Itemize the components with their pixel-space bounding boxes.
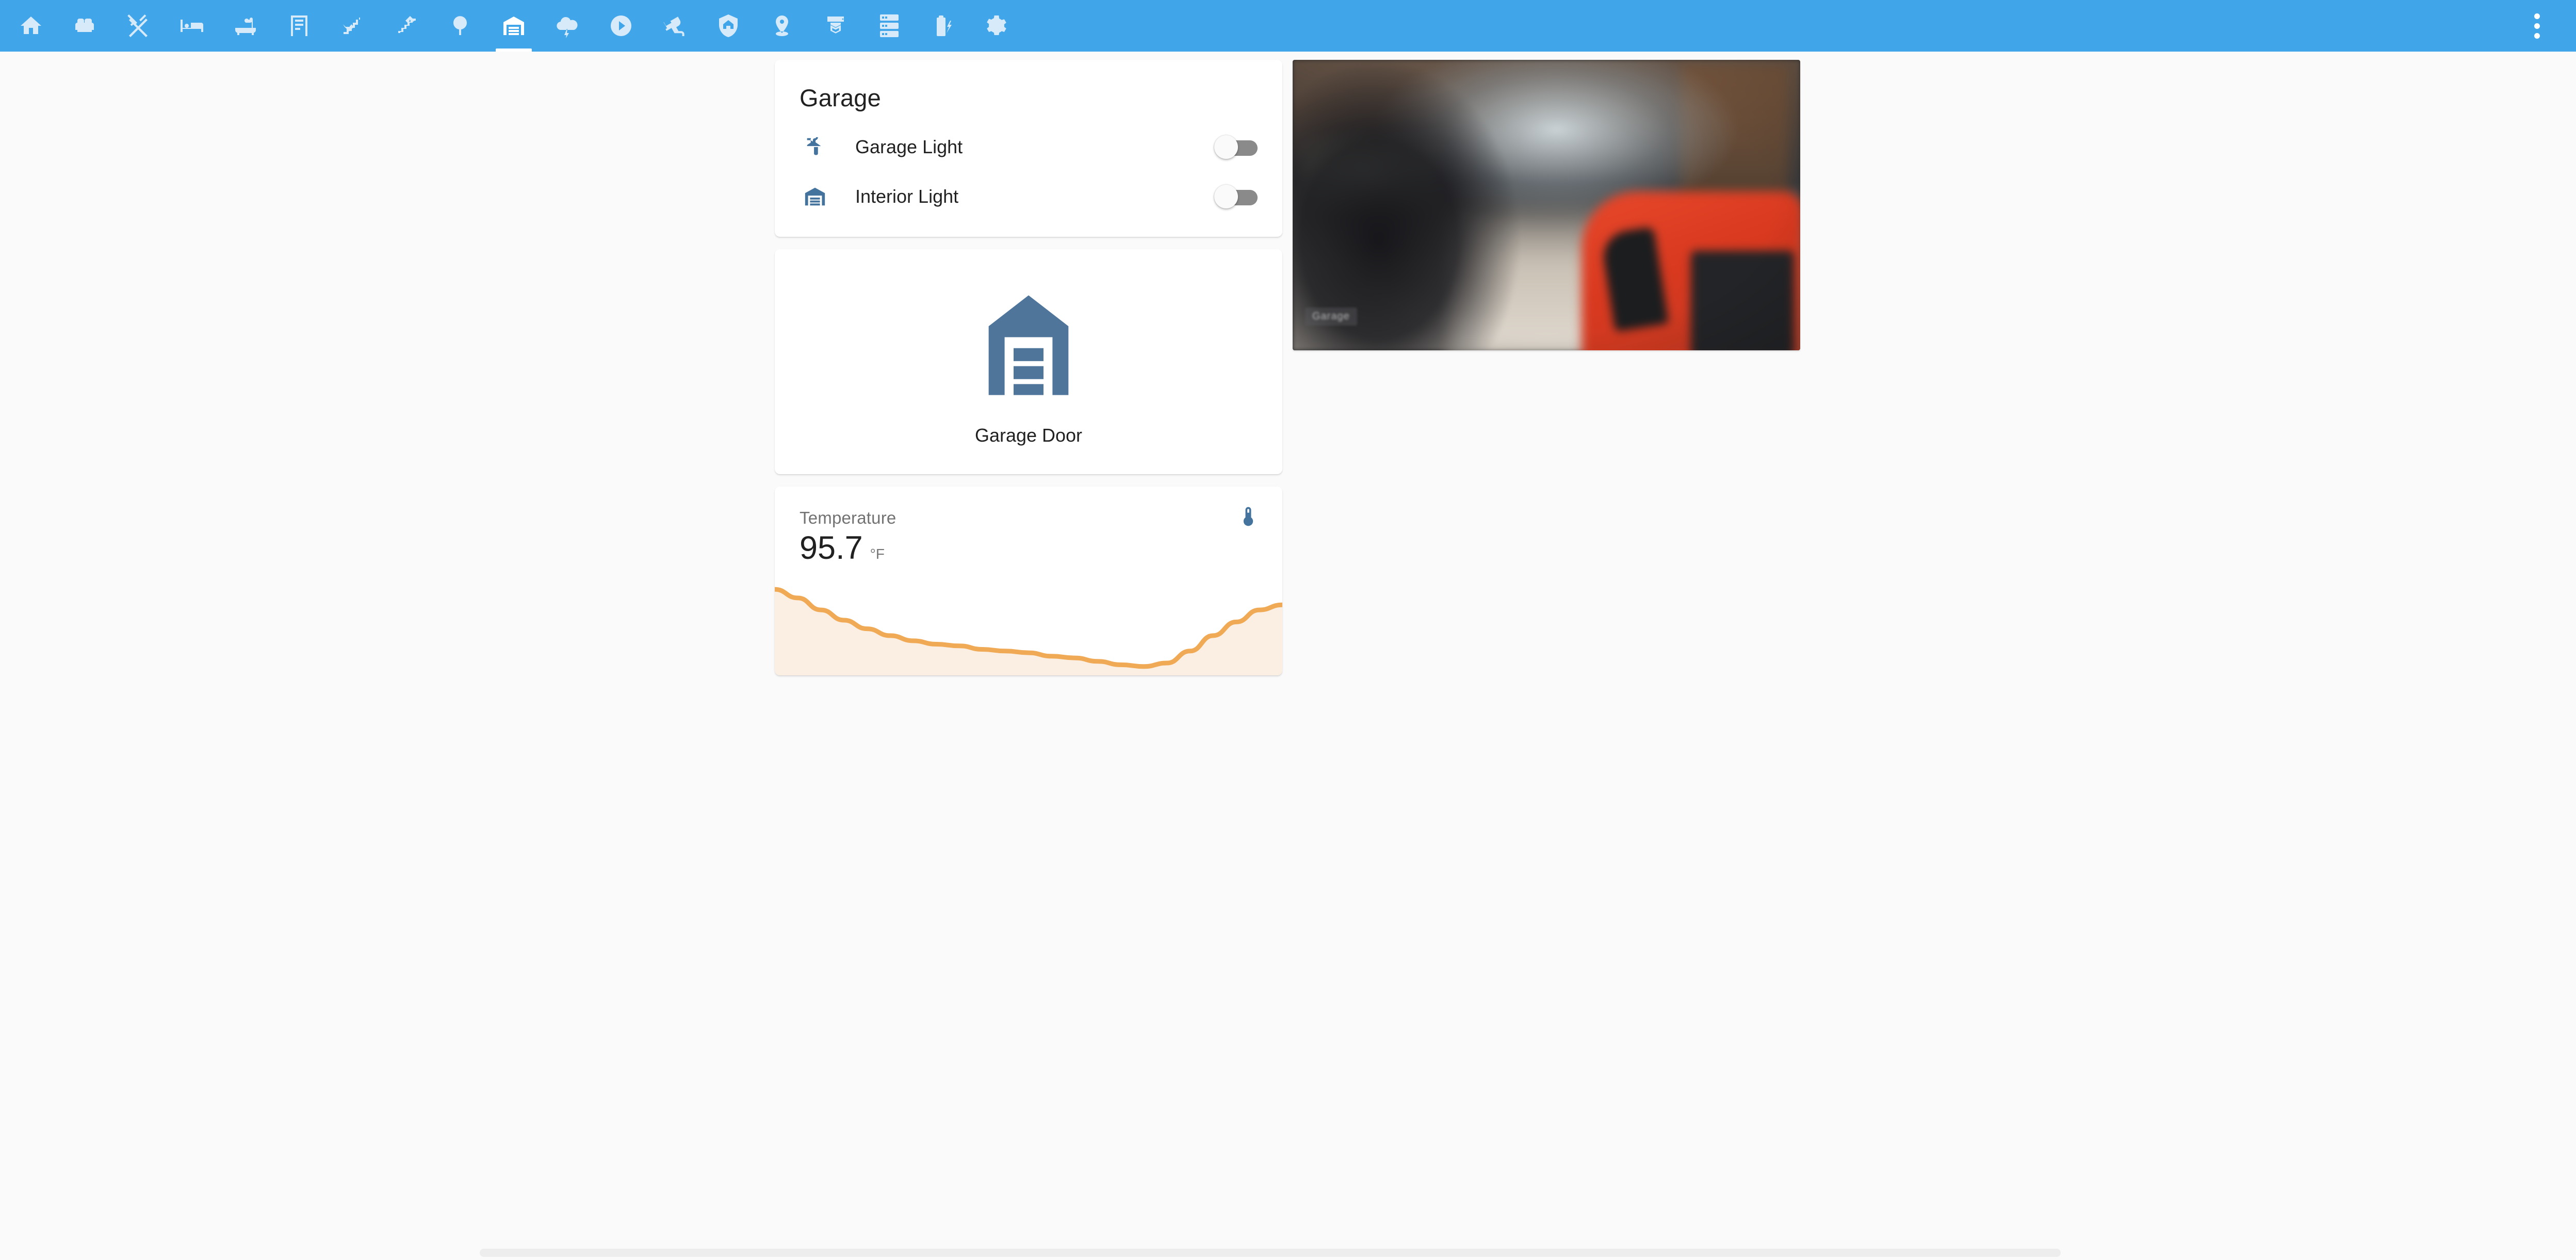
tab-weather[interactable] <box>541 0 594 52</box>
tab-security[interactable] <box>702 0 755 52</box>
button-card-label: Garage Door <box>974 425 1083 446</box>
tab-battery[interactable] <box>916 0 970 52</box>
toggle-knob <box>1214 135 1238 159</box>
stairs-down-icon <box>340 13 365 38</box>
entity-name: Garage Light <box>855 136 963 157</box>
garage-closed-icon <box>969 285 1088 405</box>
camera-feed-image <box>1293 60 1800 350</box>
cog-icon <box>984 13 1009 38</box>
menu-dot <box>2534 23 2540 29</box>
tab-garage[interactable] <box>487 0 541 52</box>
button-card-garage-door[interactable]: Garage Door <box>775 249 1282 474</box>
battery-charging-icon <box>931 13 955 38</box>
menu-dot <box>2534 33 2540 39</box>
garage-door-button[interactable]: Garage Door <box>775 249 1282 474</box>
tab-printer3d[interactable] <box>809 0 862 52</box>
tree-icon <box>448 13 472 38</box>
server-icon <box>877 13 902 38</box>
tab-media[interactable] <box>594 0 648 52</box>
camera-overlay-label: Garage <box>1305 308 1357 326</box>
entity-row-garage-light: Garage Light <box>800 122 1258 172</box>
tab-bedroom[interactable] <box>165 0 219 52</box>
stairs-up-icon <box>394 13 419 38</box>
tab-settings[interactable] <box>970 0 1023 52</box>
tab-outside[interactable] <box>433 0 487 52</box>
camera-vignette <box>1293 60 1800 350</box>
garage-icon <box>800 181 830 212</box>
tab-system[interactable] <box>862 0 916 52</box>
thermometer-icon <box>1237 505 1260 528</box>
tab-cameras[interactable] <box>648 0 702 52</box>
scrollbar-thumb[interactable] <box>480 1249 2061 1257</box>
sensor-card-temperature[interactable]: Temperature 95.7 °F <box>775 487 1282 675</box>
sensor-value: 95.7 <box>800 530 863 566</box>
printer-3d-icon <box>823 13 848 38</box>
entities-card-title: Garage <box>800 84 881 111</box>
play-circle-icon <box>609 13 633 38</box>
tab-kitchen[interactable] <box>111 0 165 52</box>
tab-office[interactable] <box>272 0 326 52</box>
top-app-bar <box>0 0 2576 52</box>
toggle-knob <box>1214 185 1238 208</box>
sensor-value-row: 95.7 °F <box>800 532 1258 564</box>
garage-icon <box>501 13 526 38</box>
tab-bathroom[interactable] <box>219 0 272 52</box>
entity-row-interior-light: Interior Light <box>800 172 1258 221</box>
tab-location[interactable] <box>755 0 809 52</box>
cctv-icon <box>662 13 687 38</box>
sensor-unit: °F <box>870 546 885 562</box>
overflow-menu-button[interactable] <box>2512 0 2562 52</box>
toggle-interior-light[interactable] <box>1214 185 1258 208</box>
dots-vertical-icon <box>2534 11 2540 41</box>
dashboard-column-left: Garage Garage Light Interior Light Garag… <box>775 60 1282 688</box>
home-icon <box>19 13 43 38</box>
sensor-header: Temperature 95.7 °F <box>775 487 1282 564</box>
sensor-sparkline <box>775 575 1282 675</box>
silverware-fork-knife-icon <box>126 13 151 38</box>
bed-icon <box>180 13 204 38</box>
sparkline-area <box>775 589 1282 675</box>
map-marker-icon <box>770 13 794 38</box>
dashboard-view: Garage Garage Light Interior Light Garag… <box>0 52 2576 1260</box>
wall-sconce-light-icon <box>800 132 830 163</box>
sofa-icon <box>72 13 97 38</box>
entity-name: Interior Light <box>855 186 959 207</box>
bookshelf-icon <box>287 13 312 38</box>
tab-living[interactable] <box>58 0 111 52</box>
entity-list: Garage Light Interior Light <box>775 115 1282 237</box>
menu-dot <box>2534 13 2540 19</box>
entities-card: Garage Garage Light Interior Light <box>775 60 1282 237</box>
horizontal-scrollbar[interactable] <box>0 1245 2576 1260</box>
dashboard-column-right: Garage <box>1293 60 1800 350</box>
weather-lightning-icon <box>555 13 580 38</box>
toggle-garage-light[interactable] <box>1214 135 1258 159</box>
shield-home-icon <box>716 13 741 38</box>
tab-downstairs[interactable] <box>326 0 380 52</box>
bathtub-icon <box>233 13 258 38</box>
view-tabs <box>4 0 1023 52</box>
camera-card-garage[interactable]: Garage <box>1293 60 1800 350</box>
tab-home[interactable] <box>4 0 58 52</box>
tab-upstairs[interactable] <box>380 0 433 52</box>
sensor-label: Temperature <box>800 508 896 527</box>
